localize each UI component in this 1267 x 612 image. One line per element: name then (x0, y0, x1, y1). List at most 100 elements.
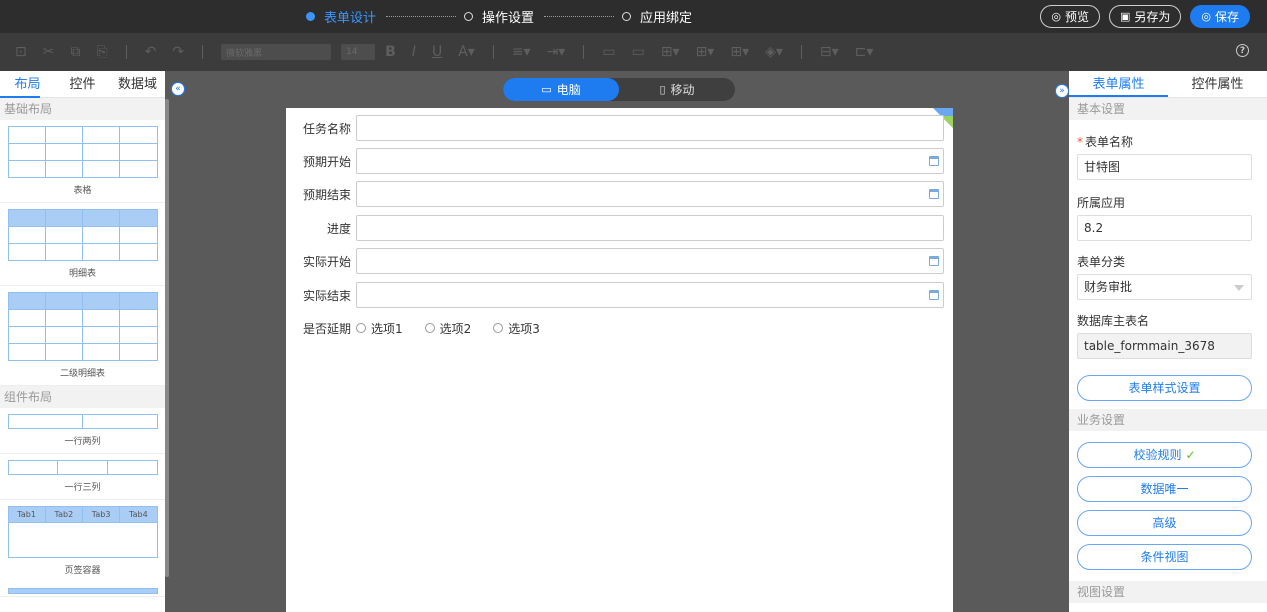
radio-option-1[interactable]: 选项1 (356, 320, 403, 337)
thumb-tab-label: Tab1 (9, 507, 46, 522)
step-dot-icon (464, 12, 474, 21)
form-row-actual-end: 实际结束 (286, 282, 944, 308)
align-icon[interactable]: ≡▾ (512, 44, 531, 60)
split-cells-icon[interactable]: ▭ (632, 44, 645, 60)
layout-item-two-columns[interactable]: 一行两列 (0, 408, 165, 454)
collapse-left-icon[interactable]: « (171, 82, 185, 96)
layout-icon[interactable]: ⊟▾ (820, 44, 839, 60)
cut-icon[interactable]: ✂ (43, 44, 55, 60)
help-icon[interactable]: ? (1236, 44, 1249, 57)
paste-icon[interactable]: ⎘ (96, 44, 107, 60)
db-table-input[interactable]: table_formmain_3678 (1077, 333, 1252, 359)
data-unique-button[interactable]: 数据唯一 (1077, 476, 1252, 502)
layout-item-label: 明细表 (68, 269, 96, 279)
layout-item-tab-container[interactable]: Tab1 Tab2 Tab3 Tab4 页签容器 (0, 500, 165, 597)
bold-icon[interactable]: B (385, 44, 396, 60)
border-icon[interactable]: ⊞▾ (730, 44, 749, 60)
indent-icon[interactable]: ⇥▾ (547, 44, 566, 60)
save-button[interactable]: ◎ 保存 (1190, 5, 1250, 28)
advanced-button[interactable]: 高级 (1077, 510, 1252, 536)
tab-layout[interactable]: 布局 (0, 71, 55, 97)
layout-item-three-columns[interactable]: 一行三列 (0, 454, 165, 500)
validation-rules-button[interactable]: 校验规则 ✓ (1077, 442, 1252, 468)
tab-data-fields[interactable]: 数据域 (110, 71, 165, 97)
planned-start-input[interactable] (356, 148, 944, 174)
form-name-value: 甘特图 (1084, 160, 1121, 174)
category-select[interactable]: 财务审批 (1077, 274, 1252, 300)
field-label: 进度 (326, 221, 351, 236)
checkmark-icon: ✓ (1185, 448, 1196, 462)
underline-icon[interactable]: U (432, 44, 442, 60)
left-scrollbar[interactable] (165, 99, 169, 577)
font-color-icon[interactable]: A▾ (458, 44, 475, 60)
redo-icon[interactable]: ↷ (172, 44, 184, 60)
frame-icon[interactable]: ⊏▾ (855, 44, 874, 60)
radio-option-3[interactable]: 选项3 (493, 320, 540, 337)
condition-view-button[interactable]: 条件视图 (1077, 544, 1252, 570)
field-label: 是否延期 (302, 321, 351, 336)
tab-form-properties[interactable]: 表单属性 (1069, 71, 1168, 97)
insert-col-icon[interactable]: ⊞▾ (696, 44, 715, 60)
form-row-delayed: 是否延期 选项1 选项2 选项3 (286, 315, 562, 341)
actual-end-input[interactable] (356, 282, 944, 308)
form-name-label-text: 表单名称 (1085, 135, 1134, 149)
device-mobile-button[interactable]: ▯ 移动 (619, 78, 735, 101)
layout-item-detail-table[interactable]: 明细表 (0, 203, 165, 286)
form-row-actual-start: 实际开始 (286, 248, 944, 274)
step-operation-settings[interactable]: 操作设置 (464, 7, 534, 26)
font-size-value: 14 (346, 47, 358, 57)
field-label: 预期结束 (302, 187, 351, 202)
calendar-icon[interactable] (929, 156, 939, 166)
step-app-binding[interactable]: 应用绑定 (622, 7, 692, 26)
fill-color-icon[interactable]: ◈▾ (765, 44, 783, 60)
toolbar-divider (800, 45, 802, 59)
three-columns-thumbnail (7, 460, 158, 475)
insert-row-icon[interactable]: ⊞▾ (661, 44, 680, 60)
font-size-select[interactable]: 14 (341, 44, 376, 60)
field-label: 任务名称 (302, 121, 351, 136)
radio-circle-icon (493, 323, 504, 333)
top-bar: 表单设计 操作设置 应用绑定 ◎ 预览 ▣ 另存为 ◎ 保存 (0, 0, 1267, 33)
copy-icon[interactable]: ⧉ (70, 44, 80, 60)
step-dot-icon (622, 12, 632, 21)
calendar-icon[interactable] (929, 290, 939, 300)
actual-start-input[interactable] (356, 248, 944, 274)
layout-item-sub-detail-table[interactable]: 二级明细表 (0, 286, 165, 386)
business-settings-body: 校验规则 ✓ 数据唯一 高级 条件视图 (1069, 442, 1267, 570)
font-family-select[interactable]: 微软雅黑 (221, 44, 332, 60)
field-label: 实际结束 (302, 288, 351, 303)
preview-label: 预览 (1064, 10, 1089, 24)
form-canvas[interactable]: 任务名称 预期开始 预期结束 进度 实际开始 实际结束 是否延期 选项1 选项2… (286, 108, 953, 612)
tab-controls[interactable]: 控件 (55, 71, 110, 97)
step-label: 操作设置 (482, 11, 535, 26)
collapse-right-icon[interactable]: » (1055, 84, 1069, 98)
form-style-button[interactable]: 表单样式设置 (1077, 375, 1252, 401)
device-label: 电脑 (556, 83, 581, 97)
save-as-button[interactable]: ▣ 另存为 (1108, 5, 1182, 28)
copy-format-icon[interactable]: ⊡ (15, 44, 27, 60)
monitor-icon: ▭ (541, 83, 552, 96)
chevron-down-icon (1234, 285, 1244, 291)
layout-item-table[interactable]: 表格 (0, 120, 165, 203)
progress-input[interactable] (356, 215, 944, 241)
device-desktop-button[interactable]: ▭ 电脑 (503, 78, 619, 101)
italic-icon[interactable]: I (412, 44, 416, 60)
radio-option-2[interactable]: 选项2 (424, 320, 471, 337)
step-dot-icon (306, 12, 315, 21)
calendar-icon[interactable] (929, 189, 939, 199)
app-input[interactable]: 8.2 (1077, 215, 1252, 241)
form-row-task-name: 任务名称 (286, 115, 944, 141)
form-name-input[interactable]: 甘特图 (1077, 154, 1252, 180)
step-form-design[interactable]: 表单设计 (306, 7, 376, 26)
layout-item-label: 一行三列 (64, 483, 101, 493)
right-tabs: 表单属性 控件属性 (1069, 71, 1267, 98)
thumb-tab-label: Tab2 (46, 507, 83, 522)
undo-icon[interactable]: ↶ (145, 44, 157, 60)
toolbar-divider (583, 45, 585, 59)
planned-end-input[interactable] (356, 181, 944, 207)
tab-control-properties[interactable]: 控件属性 (1168, 71, 1267, 97)
merge-cells-icon[interactable]: ▭ (602, 44, 615, 60)
preview-button[interactable]: ◎ 预览 (1040, 5, 1100, 28)
task-name-input[interactable] (356, 115, 944, 141)
calendar-icon[interactable] (929, 256, 939, 266)
